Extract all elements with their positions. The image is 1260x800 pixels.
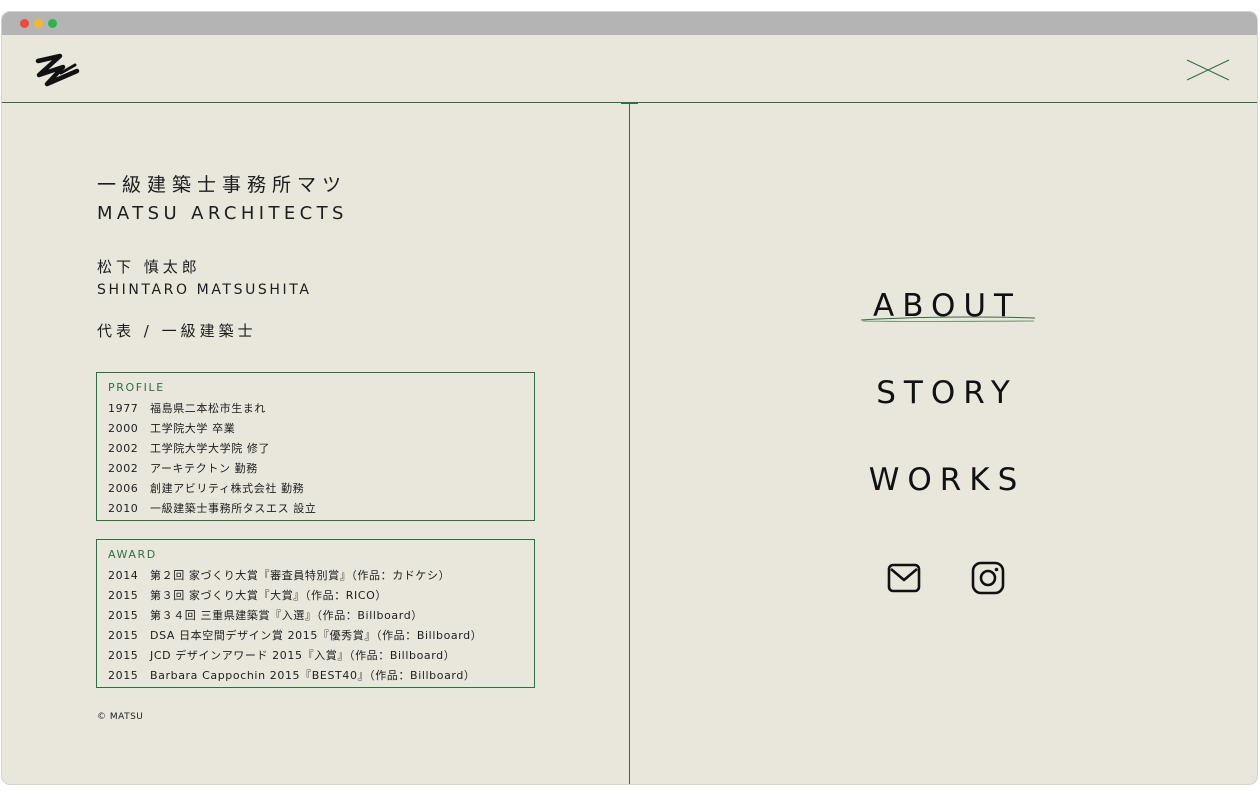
nav-story[interactable]: STORY bbox=[876, 375, 1018, 411]
profile-box: PROFILE 1977 福島県二本松市生まれ 2000 工学院大学 卒業 2002… bbox=[96, 372, 535, 521]
award-text: 第３回 家づくり大賞『大賞』（作品：RICO） bbox=[150, 589, 388, 602]
close-icon[interactable] bbox=[1186, 59, 1230, 81]
profile-year: 2002 bbox=[108, 462, 139, 475]
profile-year: 2000 bbox=[108, 422, 139, 435]
window-close-button[interactable] bbox=[20, 19, 29, 28]
award-text: 第２回 家づくり大賞『審査員特別賞』（作品：カドケシ） bbox=[150, 569, 451, 582]
award-year: 2014 bbox=[108, 569, 139, 582]
firm-name-jp: 一級建築士事務所マツ bbox=[97, 174, 348, 196]
profile-row: 2002 工学院大学大学院 修了 bbox=[108, 439, 523, 459]
person-title-jp: 代表 / 一級建築士 bbox=[97, 322, 257, 340]
firm-name-en: MATSU ARCHITECTS bbox=[97, 203, 348, 224]
profile-text: 創建アビリティ株式会社 勤務 bbox=[150, 482, 305, 495]
nav-works[interactable]: WORKS bbox=[869, 462, 1026, 498]
profile-year: 2002 bbox=[108, 442, 139, 455]
award-year: 2015 bbox=[108, 609, 139, 622]
profile-row: 1977 福島県二本松市生まれ bbox=[108, 399, 523, 419]
profile-row: 2006 創建アビリティ株式会社 勤務 bbox=[108, 479, 523, 499]
award-year: 2015 bbox=[108, 589, 139, 602]
award-row: 2015 第３回 家づくり大賞『大賞』（作品：RICO） bbox=[108, 586, 523, 606]
profile-row: 2002 アーキテクトン 勤務 bbox=[108, 459, 523, 479]
window-maximize-button[interactable] bbox=[48, 19, 57, 28]
person-name-jp: 松下 慎太郎 bbox=[97, 258, 201, 276]
award-row: 2015 DSA 日本空間デザイン賞 2015『優秀賞』（作品：Billboard… bbox=[108, 626, 523, 646]
person-name-en: SHINTARO MATSUSHITA bbox=[97, 282, 312, 298]
award-title: AWARD bbox=[108, 548, 157, 561]
browser-window: 一級建築士事務所マツ MATSU ARCHITECTS 松下 慎太郎 SHINT… bbox=[2, 12, 1257, 784]
award-text: Barbara Cappochin 2015『BEST40』（作品：Billbo… bbox=[150, 669, 476, 682]
award-text: 第３４回 三重県建築賞『入選』（作品：Billboard） bbox=[150, 609, 423, 622]
instagram-icon[interactable] bbox=[970, 560, 1006, 596]
award-box: AWARD 2014 第２回 家づくり大賞『審査員特別賞』（作品：カドケシ） 20… bbox=[96, 539, 535, 688]
profile-text: アーキテクトン 勤務 bbox=[150, 462, 258, 475]
award-row: 2015 第３４回 三重県建築賞『入選』（作品：Billboard） bbox=[108, 606, 523, 626]
nav-about-underline bbox=[860, 316, 1036, 322]
profile-year: 2010 bbox=[108, 502, 139, 515]
window-minimize-button[interactable] bbox=[34, 19, 43, 28]
profile-text: 一級建築士事務所タスエス 設立 bbox=[150, 502, 317, 515]
window-titlebar bbox=[2, 12, 1257, 35]
award-row: 2015 Barbara Cappochin 2015『BEST40』（作品：Bi… bbox=[108, 666, 523, 686]
award-row: 2014 第２回 家づくり大賞『審査員特別賞』（作品：カドケシ） bbox=[108, 566, 523, 586]
award-year: 2015 bbox=[108, 629, 139, 642]
mail-icon[interactable] bbox=[886, 560, 922, 596]
award-row: 2015 JCD デザインアワード 2015『入賞』（作品：Billboard） bbox=[108, 646, 523, 666]
profile-year: 2006 bbox=[108, 482, 139, 495]
profile-text: 工学院大学大学院 修了 bbox=[150, 442, 271, 455]
profile-title: PROFILE bbox=[108, 381, 165, 394]
profile-text: 福島県二本松市生まれ bbox=[150, 402, 266, 415]
award-text: DSA 日本空間デザイン賞 2015『優秀賞』（作品：Billboard） bbox=[150, 629, 483, 642]
profile-text: 工学院大学 卒業 bbox=[150, 422, 236, 435]
profile-row: 2010 一級建築士事務所タスエス 設立 bbox=[108, 499, 523, 519]
award-text: JCD デザインアワード 2015『入賞』（作品：Billboard） bbox=[150, 649, 456, 662]
matsu-logo[interactable] bbox=[35, 53, 81, 89]
divider-tick bbox=[621, 103, 638, 104]
copyright: © MATSU bbox=[97, 712, 144, 722]
center-divider bbox=[629, 103, 630, 784]
profile-row: 2000 工学院大学 卒業 bbox=[108, 419, 523, 439]
site-header bbox=[2, 35, 1257, 103]
profile-year: 1977 bbox=[108, 402, 139, 415]
award-year: 2015 bbox=[108, 649, 139, 662]
award-year: 2015 bbox=[108, 669, 139, 682]
